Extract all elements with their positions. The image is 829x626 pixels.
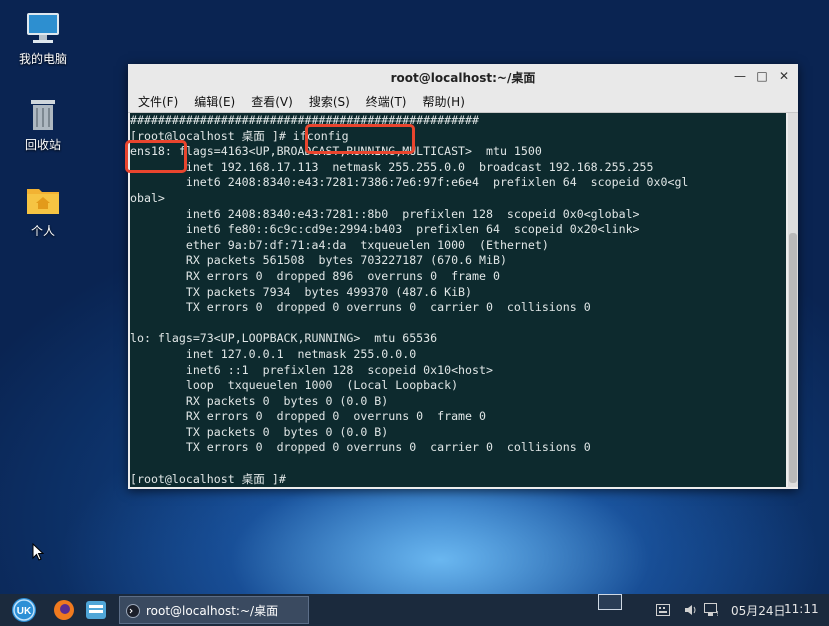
file-manager-icon [86, 601, 106, 619]
desktop-icon-home[interactable]: 个人 [8, 182, 78, 239]
taskbar: UK root@localhost:~/桌面 ! 05月24日 11:11 [0, 594, 829, 626]
maximize-button[interactable]: □ [752, 67, 772, 85]
close-button[interactable]: ✕ [774, 67, 794, 85]
desktop-icon-trash[interactable]: 回收站 [8, 96, 78, 153]
terminal-window[interactable]: root@localhost:~/桌面 — □ ✕ 文件(F) 编辑(E) 查看… [128, 64, 798, 489]
menu-view[interactable]: 查看(V) [251, 93, 293, 110]
menu-bar: 文件(F) 编辑(E) 查看(V) 搜索(S) 终端(T) 帮助(H) [128, 90, 798, 113]
computer-icon [27, 13, 59, 43]
taskbar-terminal-task[interactable]: root@localhost:~/桌面 [119, 596, 309, 624]
svg-text:!: ! [716, 610, 719, 617]
svg-text:UK: UK [17, 606, 32, 617]
clock-time[interactable]: 11:11 [784, 602, 819, 616]
terminal-text: ########################################… [130, 113, 689, 486]
task-label: root@localhost:~/桌面 [146, 604, 279, 618]
minimize-button[interactable]: — [730, 67, 750, 85]
terminal-scrollbar[interactable] [788, 113, 798, 487]
start-logo-icon: UK [13, 599, 35, 621]
clock-date[interactable]: 05月24日 [731, 602, 786, 619]
menu-help[interactable]: 帮助(H) [423, 93, 465, 110]
terminal-icon [126, 604, 140, 618]
start-menu-button[interactable]: UK [12, 598, 36, 622]
menu-file[interactable]: 文件(F) [138, 93, 178, 110]
network-icon[interactable]: ! [704, 603, 720, 617]
workspace-indicator[interactable] [598, 594, 622, 610]
window-title: root@localhost:~/桌面 [390, 71, 536, 85]
volume-icon[interactable] [684, 603, 698, 617]
highlight-ifconfig-command [305, 124, 415, 154]
terminal-output[interactable]: ########################################… [130, 113, 786, 487]
firefox-launcher[interactable] [52, 598, 76, 622]
desktop-icon-my-computer[interactable]: 我的电脑 [8, 10, 78, 67]
trash-icon [31, 100, 55, 130]
highlight-ens18-interface [125, 140, 187, 173]
scrollbar-thumb[interactable] [789, 233, 797, 483]
menu-search[interactable]: 搜索(S) [309, 93, 350, 110]
menu-terminal[interactable]: 终端(T) [366, 93, 407, 110]
home-folder-icon [27, 189, 59, 214]
window-titlebar[interactable]: root@localhost:~/桌面 — □ ✕ [128, 64, 798, 90]
desktop-icon-label: 我的电脑 [18, 52, 67, 66]
desktop-icon-label: 个人 [30, 224, 55, 238]
file-manager-launcher[interactable] [84, 598, 108, 622]
menu-edit[interactable]: 编辑(E) [194, 93, 235, 110]
keyboard-icon[interactable] [656, 604, 670, 616]
mouse-cursor-icon [32, 543, 44, 561]
firefox-icon [54, 600, 74, 620]
desktop-icon-label: 回收站 [24, 138, 61, 152]
